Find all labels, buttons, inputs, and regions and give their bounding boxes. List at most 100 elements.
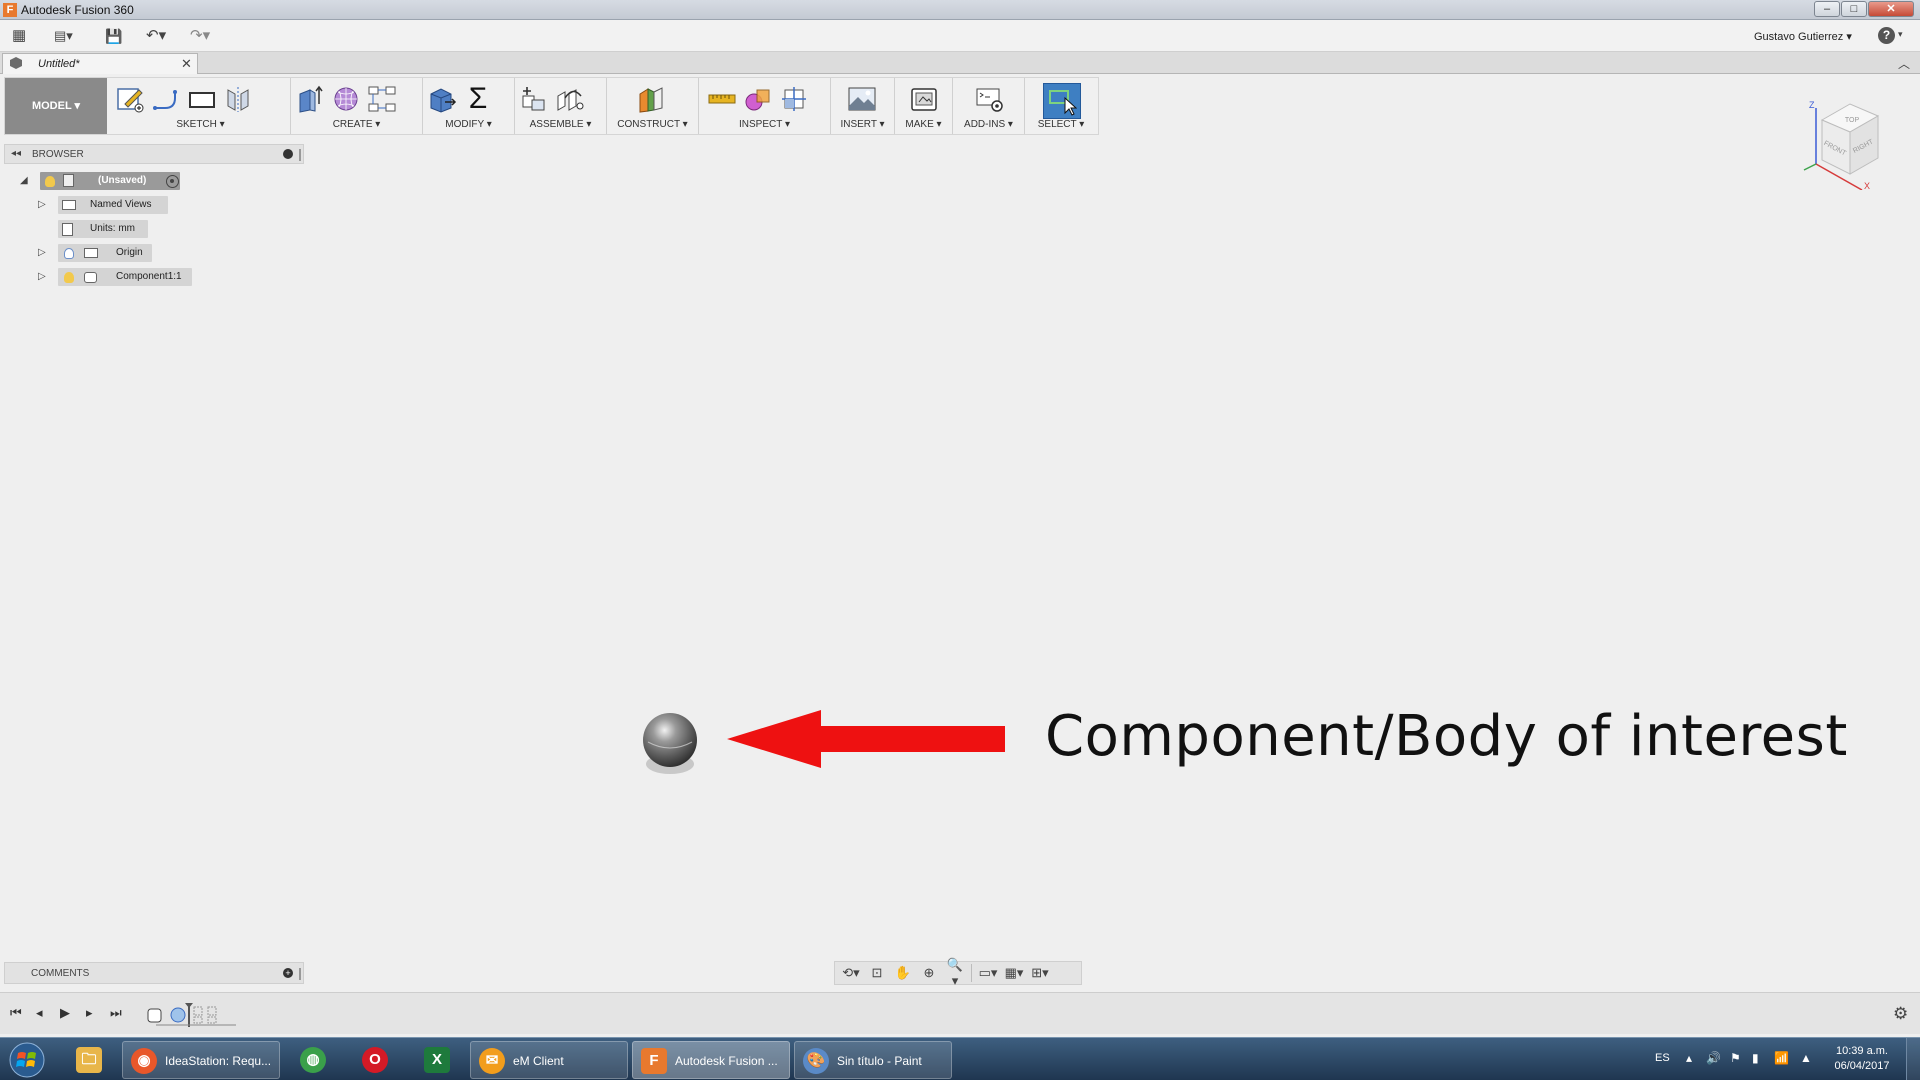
activate-component-icon[interactable]	[166, 175, 179, 188]
viewcube[interactable]: TOP FRONT RIGHT Z X	[1800, 90, 1900, 191]
collapsed-triangle-icon[interactable]: ▷	[38, 271, 46, 282]
show-hidden-icons-icon[interactable]: ▴	[1686, 1051, 1692, 1065]
comments-resize-grip[interactable]	[299, 968, 301, 980]
taskbar-app-firefox[interactable]: ◉ IdeaStation: Requ...	[122, 1041, 280, 1079]
toolbar-group-label[interactable]: SELECT ▾	[1025, 119, 1097, 130]
tree-node-root[interactable]: (Unsaved)	[40, 172, 180, 190]
visibility-bulb-icon[interactable]	[45, 176, 55, 187]
browser-pin-icon[interactable]	[283, 149, 293, 159]
grid-settings-icon[interactable]: ▦▾	[1004, 965, 1024, 981]
undo-icon[interactable]: ↶▾	[146, 26, 166, 46]
toolbar-group-label[interactable]: ADD-INS ▾	[953, 119, 1024, 130]
tree-node-named-views[interactable]: Named Views	[58, 196, 168, 214]
extrude-icon[interactable]	[295, 84, 325, 114]
print-3d-icon[interactable]	[909, 84, 939, 114]
visibility-bulb-icon[interactable]	[64, 272, 74, 283]
tree-node-component[interactable]: Component1:1	[58, 268, 192, 286]
input-language-indicator[interactable]: ES	[1655, 1052, 1670, 1064]
taskbar-app-chrome[interactable]: ◍	[286, 1041, 340, 1079]
help-dropdown-caret-icon[interactable]: ▾	[1898, 29, 1903, 40]
show-desktop-button[interactable]	[1906, 1038, 1920, 1080]
line-icon[interactable]	[151, 84, 181, 114]
save-icon[interactable]: 💾	[105, 26, 122, 46]
collapse-browser-icon[interactable]: ◂◂	[11, 148, 21, 159]
tree-row-component[interactable]: ▷ Component1:1	[38, 268, 198, 288]
insert-image-icon[interactable]	[847, 84, 877, 114]
toolbar-group-label[interactable]: SKETCH ▾	[111, 119, 290, 130]
network-icon[interactable]: 📶	[1774, 1051, 1789, 1065]
joint-icon[interactable]	[555, 84, 585, 114]
file-menu-icon[interactable]: ▤▾	[54, 26, 73, 46]
user-account-menu[interactable]: Gustavo Gutierrez ▾	[1754, 30, 1852, 43]
form-icon[interactable]	[331, 84, 361, 114]
taskbar-app-fusion[interactable]: F Autodesk Fusion ...	[632, 1041, 790, 1079]
toolbar-group-label[interactable]: MAKE ▾	[895, 119, 952, 130]
volume-icon[interactable]: 🔊	[1706, 1051, 1721, 1065]
tree-node-origin[interactable]: Origin	[58, 244, 152, 262]
toolbar-group-label[interactable]: ASSEMBLE ▾	[515, 119, 606, 130]
add-comment-icon[interactable]: +	[283, 968, 293, 978]
browser-resize-grip[interactable]	[299, 149, 301, 161]
interference-icon[interactable]	[743, 84, 773, 114]
close-button[interactable]: ✕	[1868, 1, 1914, 17]
tab-untitled[interactable]: Untitled* ✕	[2, 53, 198, 74]
minimize-button[interactable]: –	[1814, 1, 1840, 17]
step-back-icon[interactable]: ◂	[36, 1005, 43, 1021]
parameters-icon[interactable]: Σ	[463, 84, 493, 114]
scripts-icon[interactable]	[975, 84, 1005, 114]
new-component-icon[interactable]	[519, 84, 549, 114]
press-pull-icon[interactable]	[427, 84, 457, 114]
toolbar-group-label[interactable]: MODIFY ▾	[423, 119, 514, 130]
workspace-switcher-button[interactable]: MODEL ▾	[5, 78, 107, 134]
collapsed-triangle-icon[interactable]: ▷	[38, 247, 46, 258]
tab-close-icon[interactable]: ✕	[181, 56, 192, 72]
redo-icon[interactable]: ↷▾	[190, 26, 210, 46]
system-clock[interactable]: 10:39 a.m. 06/04/2017	[1832, 1044, 1892, 1074]
toolbar-group-label[interactable]: INSPECT ▾	[699, 119, 830, 130]
timeline-track[interactable]	[146, 1003, 246, 1027]
expanded-triangle-icon[interactable]: ◢	[20, 175, 28, 186]
toolbar-group-label[interactable]: CREATE ▾	[291, 119, 422, 130]
mirror-icon[interactable]	[223, 84, 253, 114]
toolbar-group-label[interactable]: INSERT ▾	[831, 119, 894, 130]
power-icon[interactable]: ▮	[1752, 1051, 1759, 1065]
taskbar-app-em-client[interactable]: ✉ eM Client	[470, 1041, 628, 1079]
collapsed-triangle-icon[interactable]: ▷	[38, 199, 46, 210]
taskbar-app-paint[interactable]: 🎨 Sin título - Paint	[794, 1041, 952, 1079]
toolbar-group-label[interactable]: CONSTRUCT ▾	[607, 119, 698, 130]
sphere-body[interactable]	[640, 712, 700, 778]
google-drive-icon[interactable]: ▲	[1800, 1051, 1812, 1065]
visibility-bulb-icon[interactable]	[64, 248, 74, 259]
taskbar-app-excel[interactable]: X	[410, 1041, 464, 1079]
section-icon[interactable]	[779, 84, 809, 114]
collapse-toolbar-icon[interactable]: ︿	[1898, 55, 1910, 72]
look-at-icon[interactable]: ⊡	[867, 965, 887, 981]
tree-row-root[interactable]: ◢ (Unsaved)	[20, 172, 190, 192]
go-to-end-icon[interactable]: ⏭	[110, 1005, 122, 1021]
go-to-start-icon[interactable]: ⏮	[10, 1005, 22, 1021]
tree-row-origin[interactable]: ▷ Origin	[38, 244, 158, 264]
sketch-create-icon[interactable]	[115, 84, 145, 114]
action-center-icon[interactable]: ⚑	[1730, 1051, 1741, 1065]
help-icon[interactable]: ?	[1878, 27, 1895, 44]
play-icon[interactable]: ▶	[60, 1005, 70, 1021]
pan-icon[interactable]: ✋	[893, 965, 913, 981]
rectangle-icon[interactable]	[187, 84, 217, 114]
start-button[interactable]	[4, 1040, 50, 1080]
select-icon[interactable]	[1043, 83, 1081, 119]
tree-row-units[interactable]: Units: mm	[58, 220, 158, 240]
maximize-button[interactable]: □	[1841, 1, 1867, 17]
viewcube-top-label[interactable]: TOP	[1845, 117, 1860, 124]
taskbar-app-explorer[interactable]: 🗀	[62, 1041, 116, 1079]
measure-icon[interactable]	[707, 84, 737, 114]
display-settings-icon[interactable]: ▭▾	[978, 965, 998, 981]
tree-row-named-views[interactable]: ▷ Named Views	[38, 196, 178, 216]
timeline-settings-gear-icon[interactable]: ⚙	[1893, 1004, 1908, 1024]
viewports-icon[interactable]: ⊞▾	[1030, 965, 1050, 981]
fit-icon[interactable]: 🔍▾	[945, 957, 965, 989]
data-panel-grid-icon[interactable]: ▦	[12, 26, 26, 46]
zoom-icon[interactable]: ⊕	[919, 965, 939, 981]
tree-node-units[interactable]: Units: mm	[58, 220, 148, 238]
orbit-icon[interactable]: ⟲▾	[841, 965, 861, 981]
pattern-icon[interactable]	[367, 84, 397, 114]
